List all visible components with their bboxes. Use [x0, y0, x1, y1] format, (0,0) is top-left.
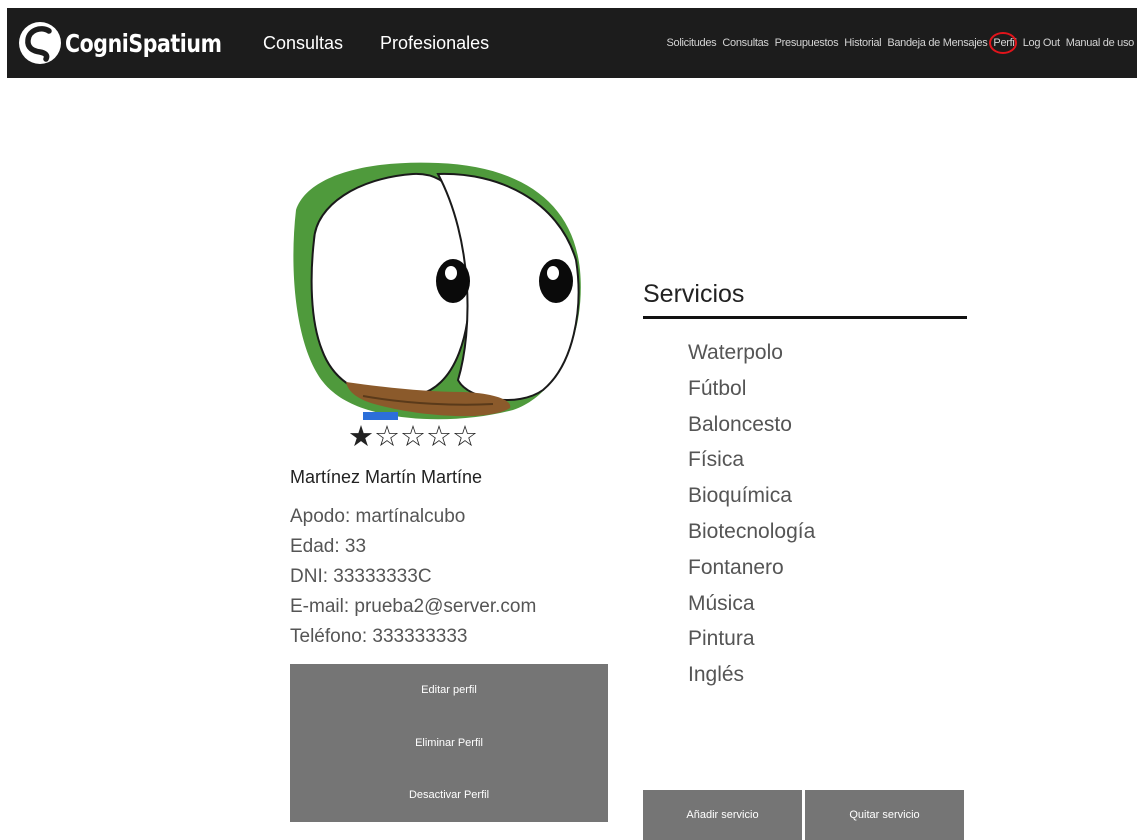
profile-dni: DNI: 33333333C [290, 566, 432, 587]
service-item: Pintura [688, 627, 755, 651]
service-item: Música [688, 591, 755, 615]
services-title: Servicios [643, 280, 745, 308]
service-item: Biotecnología [688, 519, 816, 543]
top-navbar: CogniSpatium Consultas Profesionales Sol… [7, 8, 1137, 78]
service-item: Inglés [688, 663, 745, 687]
edit-profile-button[interactable]: Editar perfil [290, 664, 608, 717]
nav-link-solicitudes[interactable]: Solicitudes [666, 37, 716, 49]
profile-phone: Teléfono: 333333333 [290, 626, 468, 647]
profile-nickname: Apodo: martínalcubo [290, 506, 466, 527]
star-filled-icon: ★ [348, 419, 374, 453]
nav-link-bandeja-mensajes[interactable]: Bandeja de Mensajes [887, 37, 987, 49]
service-item: Bioquímica [688, 484, 792, 508]
brand[interactable]: CogniSpatium [19, 21, 256, 65]
service-item: Waterpolo [688, 341, 783, 364]
star-empty-icon: ☆ [426, 419, 452, 453]
nav-link-logout[interactable]: Log Out [1023, 37, 1060, 49]
deactivate-profile-button[interactable]: Desactivar Perfil [290, 769, 608, 822]
delete-profile-button[interactable]: Eliminar Perfil [290, 717, 608, 770]
service-item: Fútbol [688, 376, 747, 400]
nav-link-consultas-secondary[interactable]: Consultas [722, 37, 769, 49]
secondary-nav: Solicitudes Consultas Presupuestos Histo… [660, 8, 1134, 78]
main-nav: Consultas Profesionales [263, 8, 526, 78]
nav-link-profesionales[interactable]: Profesionales [380, 33, 489, 54]
profile-email: E-mail: prueba2@server.com [290, 596, 537, 617]
star-empty-icon: ☆ [400, 419, 426, 453]
services-divider [643, 316, 967, 319]
nav-link-perfil[interactable]: Perfil [989, 32, 1018, 54]
add-service-button[interactable]: Añadir servicio [643, 790, 802, 840]
nav-link-consultas[interactable]: Consultas [263, 33, 343, 54]
nav-link-presupuestos[interactable]: Presupuestos [775, 37, 839, 49]
services-list: Waterpolo Fútbol Baloncesto Física Bioqu… [688, 335, 815, 693]
profile-details: Apodo: martínalcubo Edad: 33 DNI: 333333… [290, 502, 536, 652]
remove-service-button[interactable]: Quitar servicio [805, 790, 964, 840]
star-empty-icon: ☆ [374, 419, 400, 453]
star-rating: ★ ☆ ☆ ☆ ☆ [348, 420, 478, 452]
service-item: Fontanero [688, 555, 784, 579]
service-item: Física [688, 448, 745, 472]
nav-link-perfil-label: Perfil [993, 37, 1017, 49]
brand-logo-icon [19, 22, 61, 64]
profile-actions: Editar perfil Eliminar Perfil Desactivar… [290, 664, 608, 822]
profile-avatar [293, 162, 581, 420]
brand-name: CogniSpatium [65, 28, 222, 58]
nav-link-historial[interactable]: Historial [844, 37, 881, 49]
nav-link-manual[interactable]: Manual de uso [1066, 37, 1135, 49]
service-item: Baloncesto [688, 412, 792, 436]
profile-age: Edad: 33 [290, 536, 367, 557]
star-empty-icon: ☆ [452, 419, 478, 453]
profile-name: Martínez Martín Martíne [290, 467, 483, 487]
